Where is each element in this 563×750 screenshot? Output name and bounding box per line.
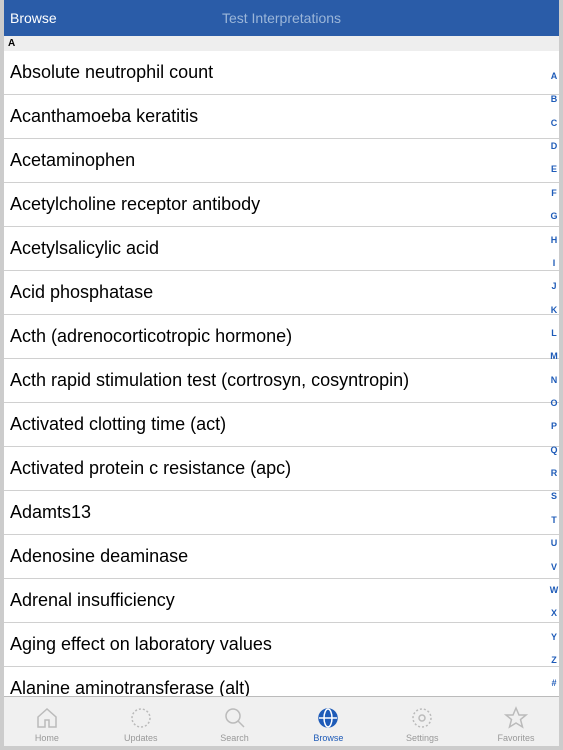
updates-icon xyxy=(128,705,154,731)
index-letter[interactable]: V xyxy=(551,561,557,574)
index-letter[interactable]: M xyxy=(550,350,558,363)
navbar: Browse Test Interpretations xyxy=(0,0,563,36)
home-icon xyxy=(34,705,60,731)
list-item[interactable]: Activated clotting time (act) xyxy=(0,403,563,447)
index-letter[interactable]: Q xyxy=(550,444,557,457)
list-item[interactable]: Acid phosphatase xyxy=(0,271,563,315)
list-item[interactable]: Activated protein c resistance (apc) xyxy=(0,447,563,491)
test-list: Absolute neutrophil countAcanthamoeba ke… xyxy=(0,51,563,696)
tab-label: Favorites xyxy=(498,733,535,743)
list-item[interactable]: Acth rapid stimulation test (cortrosyn, … xyxy=(0,359,563,403)
tab-label: Browse xyxy=(313,733,343,743)
index-letter[interactable]: G xyxy=(550,210,557,223)
index-letter[interactable]: R xyxy=(551,467,558,480)
list-item[interactable]: Acetylcholine receptor antibody xyxy=(0,183,563,227)
index-letter[interactable]: Z xyxy=(551,654,557,667)
tab-label: Home xyxy=(35,733,59,743)
index-letter[interactable]: H xyxy=(551,234,558,247)
index-letter[interactable]: C xyxy=(551,117,558,130)
list-item[interactable]: Absolute neutrophil count xyxy=(0,51,563,95)
index-letter[interactable]: X xyxy=(551,607,557,620)
list-item[interactable]: Adamts13 xyxy=(0,491,563,535)
page-title: Test Interpretations xyxy=(222,10,341,26)
index-letter[interactable]: B xyxy=(551,93,558,106)
tab-search[interactable]: Search xyxy=(188,697,282,750)
content-area: A Absolute neutrophil countAcanthamoeba … xyxy=(0,36,563,696)
index-letter[interactable]: N xyxy=(551,374,558,387)
index-letter[interactable]: O xyxy=(550,397,557,410)
list-item[interactable]: Acetylsalicylic acid xyxy=(0,227,563,271)
index-letter[interactable]: U xyxy=(551,537,558,550)
tab-home[interactable]: Home xyxy=(0,697,94,750)
star-icon xyxy=(503,705,529,731)
tab-label: Search xyxy=(220,733,249,743)
back-button[interactable]: Browse xyxy=(0,10,57,26)
index-letter[interactable]: L xyxy=(551,327,557,340)
index-letter[interactable]: T xyxy=(551,514,557,527)
index-letter[interactable]: # xyxy=(551,677,556,690)
index-letter[interactable]: J xyxy=(551,280,556,293)
tab-updates[interactable]: Updates xyxy=(94,697,188,750)
search-icon xyxy=(222,705,248,731)
list-item[interactable]: Adrenal insufficiency xyxy=(0,579,563,623)
index-letter[interactable]: S xyxy=(551,490,557,503)
list-item[interactable]: Adenosine deaminase xyxy=(0,535,563,579)
tab-label: Settings xyxy=(406,733,439,743)
index-letter[interactable]: Y xyxy=(551,631,557,644)
tab-settings[interactable]: Settings xyxy=(375,697,469,750)
list-item[interactable]: Acanthamoeba keratitis xyxy=(0,95,563,139)
index-letter[interactable]: K xyxy=(551,304,558,317)
list-item[interactable]: Aging effect on laboratory values xyxy=(0,623,563,667)
list-item[interactable]: Alanine aminotransferase (alt) xyxy=(0,667,563,696)
section-header: A xyxy=(0,36,563,51)
tab-favorites[interactable]: Favorites xyxy=(469,697,563,750)
index-letter[interactable]: D xyxy=(551,140,558,153)
index-letter[interactable]: F xyxy=(551,187,557,200)
list-item[interactable]: Acetaminophen xyxy=(0,139,563,183)
list-item[interactable]: Acth (adrenocorticotropic hormone) xyxy=(0,315,563,359)
alpha-index[interactable]: ABCDEFGHIJKLMNOPQRSTUVWXYZ # xyxy=(547,70,561,690)
tab-browse[interactable]: Browse xyxy=(281,697,375,750)
tab-bar: Home Updates Search Browse Settings Favo… xyxy=(0,696,563,750)
index-letter[interactable]: E xyxy=(551,163,557,176)
index-letter[interactable]: A xyxy=(551,70,558,83)
index-letter[interactable]: W xyxy=(550,584,559,597)
index-letter[interactable]: P xyxy=(551,420,557,433)
globe-icon xyxy=(315,705,341,731)
index-letter[interactable]: I xyxy=(553,257,556,270)
gear-icon xyxy=(409,705,435,731)
tab-label: Updates xyxy=(124,733,158,743)
